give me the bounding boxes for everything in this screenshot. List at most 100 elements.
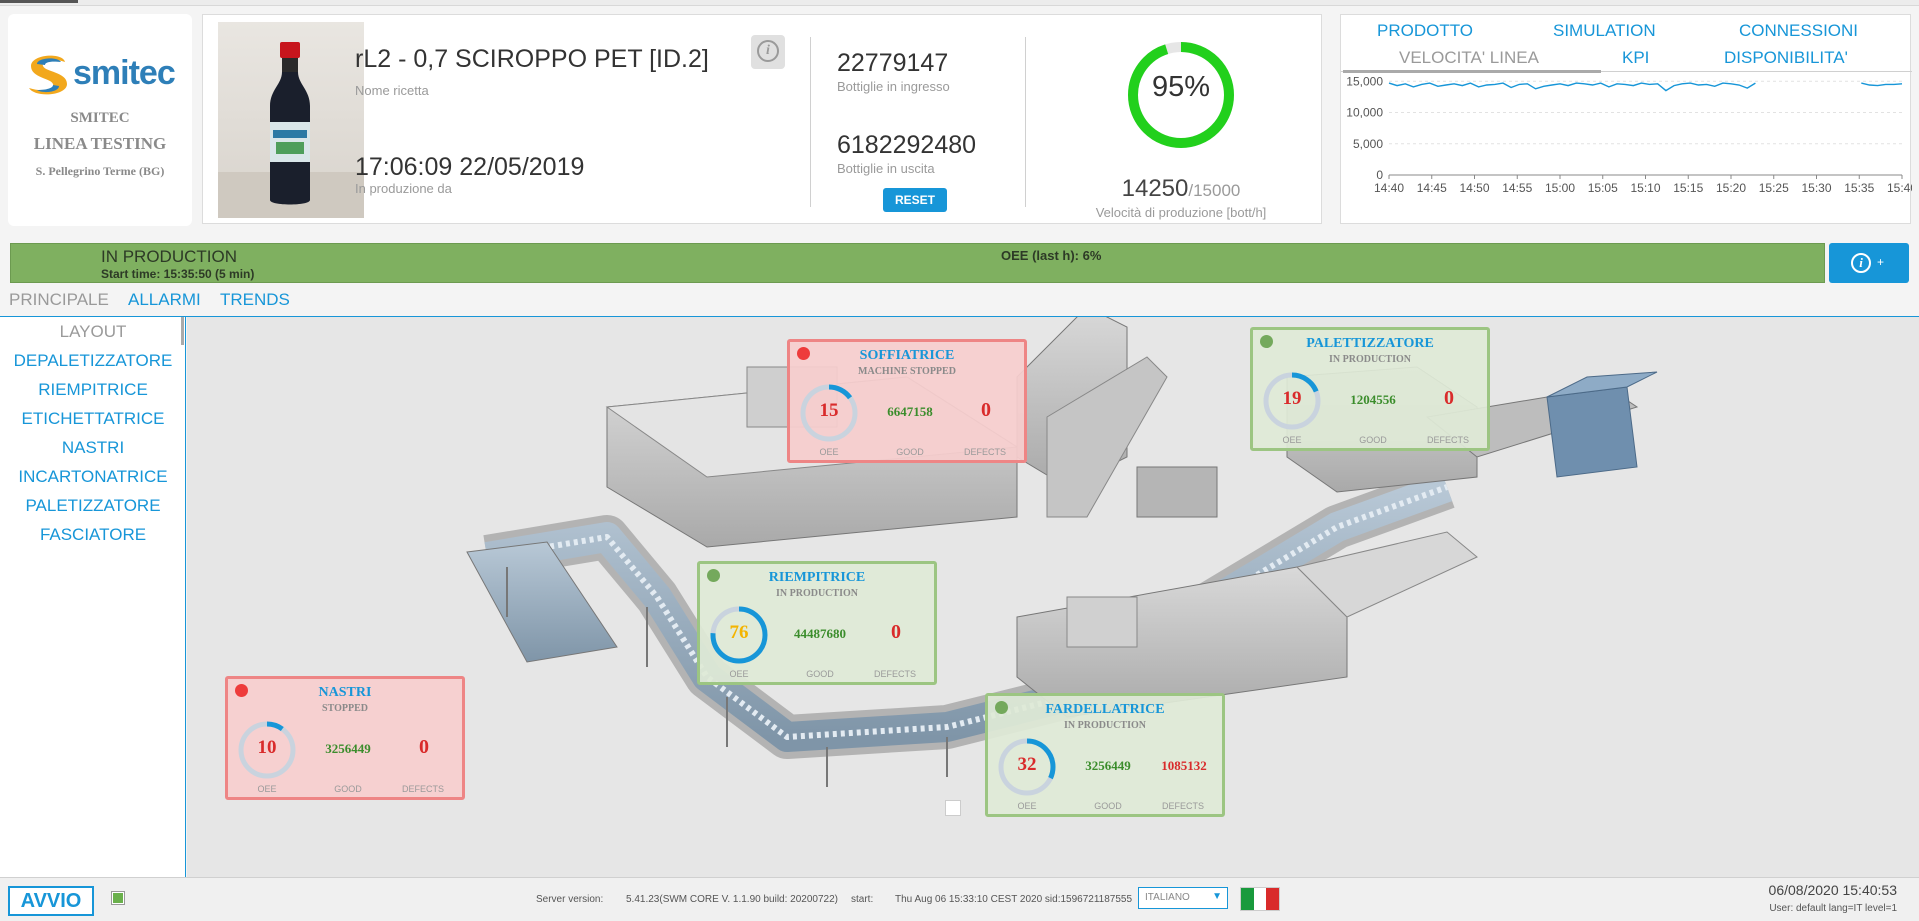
start-label: start: bbox=[851, 894, 874, 905]
machine-state: MACHINE STOPPED bbox=[858, 366, 956, 377]
defects-label: DEFECTS bbox=[1161, 801, 1204, 811]
server-version: 5.41.23(SWM CORE V. 1.1.90 build: 202007… bbox=[626, 894, 838, 905]
oee-value: 19 bbox=[1282, 388, 1302, 409]
good-count: 3256449 bbox=[1085, 758, 1131, 773]
status-info-button[interactable]: i + bbox=[1829, 243, 1909, 283]
bottles-in-label: Bottiglie in ingresso bbox=[837, 79, 950, 94]
avvio-button[interactable]: AVVIO bbox=[8, 886, 94, 916]
good-label: GOOD bbox=[896, 447, 924, 457]
machine-card-soffiatrice[interactable]: SOFFIATRICE MACHINE STOPPED 15 6647158 0… bbox=[787, 339, 1027, 463]
oee-label: OEE bbox=[257, 784, 277, 794]
connection-status-indicator bbox=[111, 891, 125, 905]
speed-target: /15000 bbox=[1188, 181, 1241, 200]
oee-label: OEE bbox=[1017, 801, 1037, 811]
line-name: LINEA TESTING bbox=[33, 134, 167, 153]
defects-label: DEFECTS bbox=[873, 669, 916, 679]
reset-button[interactable]: RESET bbox=[883, 188, 947, 212]
recipe-name: rL2 - 0,7 SCIROPPO PET [ID.2] bbox=[355, 45, 709, 73]
chevron-down-icon: ▼ bbox=[1212, 891, 1222, 902]
plus-icon: + bbox=[1877, 255, 1885, 269]
nav-item-layout[interactable]: LAYOUT bbox=[0, 322, 186, 342]
nav-item-incartonatrice[interactable]: INCARTONATRICE bbox=[0, 467, 186, 487]
nav-item-nastri[interactable]: NASTRI bbox=[0, 438, 186, 458]
x-tick-label: 14:50 bbox=[1459, 181, 1489, 195]
good-label: GOOD bbox=[1094, 801, 1122, 811]
current-datetime: 06/08/2020 15:40:53 bbox=[1768, 882, 1897, 898]
brand-name: smitec bbox=[73, 54, 176, 92]
x-tick-label: 15:30 bbox=[1801, 181, 1831, 195]
tab-connessioni[interactable]: CONNESSIONI bbox=[1739, 21, 1858, 41]
line-efficiency-value: 95% bbox=[1151, 71, 1211, 103]
tab-trends[interactable]: TRENDS bbox=[220, 290, 290, 310]
nav-item-depaletizzatore[interactable]: DEPALETIZZATORE bbox=[0, 351, 186, 371]
info-icon: i bbox=[757, 40, 779, 62]
y-tick-label: 10,000 bbox=[1346, 106, 1383, 120]
y-tick-label: 5,000 bbox=[1353, 137, 1383, 151]
defects-count: 1085132 bbox=[1161, 758, 1207, 773]
smitec-swirl-icon bbox=[29, 55, 67, 95]
production-speed: 14250/15000 bbox=[1073, 175, 1289, 203]
oee-value: 32 bbox=[1017, 754, 1037, 775]
x-tick-label: 15:40 bbox=[1887, 181, 1912, 195]
tab-simulation[interactable]: SIMULATION bbox=[1553, 21, 1656, 41]
speed-label: Velocità di produzione [bott/h] bbox=[1095, 205, 1267, 220]
defects-label: DEFECTS bbox=[963, 447, 1006, 457]
machine-name: FARDELLATRICE bbox=[1045, 702, 1165, 717]
recipe-name-label: Nome ricetta bbox=[355, 83, 429, 98]
machine-card-fardellatrice[interactable]: FARDELLATRICE IN PRODUCTION 32 3256449 1… bbox=[985, 693, 1225, 817]
x-tick-label: 15:05 bbox=[1588, 181, 1618, 195]
good-count: 44487680 bbox=[794, 626, 846, 641]
machine-state: IN PRODUCTION bbox=[776, 588, 858, 599]
plant-layout-view: SOFFIATRICE MACHINE STOPPED 15 6647158 0… bbox=[187, 317, 1919, 877]
nav-item-riempitrice[interactable]: RIEMPITRICE bbox=[0, 380, 186, 400]
product-image bbox=[218, 22, 364, 218]
nav-item-paletizzatore[interactable]: PALETIZZATORE bbox=[0, 496, 186, 516]
server-start-info: Thu Aug 06 15:33:10 CEST 2020 sid:159672… bbox=[895, 894, 1133, 905]
recipe-panel: rL2 - 0,7 SCIROPPO PET [ID.2] Nome ricet… bbox=[202, 14, 1322, 224]
machine-state: IN PRODUCTION bbox=[1064, 720, 1146, 731]
oee-value: 10 bbox=[257, 737, 277, 758]
oee-label: OEE bbox=[729, 669, 749, 679]
defects-label: DEFECTS bbox=[401, 784, 444, 794]
good-label: GOOD bbox=[1359, 435, 1387, 445]
tab-kpi[interactable]: KPI bbox=[1622, 48, 1649, 68]
y-tick-label: 15,000 bbox=[1346, 74, 1383, 88]
tab-principale[interactable]: PRINCIPALE bbox=[9, 290, 109, 310]
recipe-info-button[interactable]: i bbox=[751, 35, 785, 69]
x-tick-label: 14:40 bbox=[1374, 181, 1404, 195]
good-label: GOOD bbox=[334, 784, 362, 794]
x-tick-label: 14:45 bbox=[1417, 181, 1447, 195]
line-state: IN PRODUCTION bbox=[101, 247, 237, 266]
view-toggle-checkbox[interactable] bbox=[945, 800, 961, 816]
line-speed-chart: 15,000 10,000 5,000 014:40 14:45 14:50 14:55 15… bbox=[1346, 74, 1912, 195]
defects-count: 0 bbox=[981, 399, 991, 421]
separator bbox=[1025, 37, 1026, 207]
machine-card-nastri[interactable]: NASTRI STOPPED 10 3256449 0 OEE GOOD DEF… bbox=[225, 676, 465, 800]
separator bbox=[810, 37, 811, 207]
x-tick-label: 15:20 bbox=[1716, 181, 1746, 195]
oee-value: 76 bbox=[729, 622, 749, 643]
italian-flag-icon[interactable] bbox=[1240, 887, 1280, 911]
x-tick-label: 15:10 bbox=[1630, 181, 1660, 195]
defects-count: 0 bbox=[1444, 387, 1454, 409]
machine-card-riempitrice[interactable]: RIEMPITRICE IN PRODUCTION 76 44487680 0 … bbox=[697, 561, 937, 685]
window-top-strip bbox=[0, 0, 1919, 6]
x-tick-label: 15:15 bbox=[1673, 181, 1703, 195]
x-tick-label: 15:00 bbox=[1545, 181, 1575, 195]
tab-allarmi[interactable]: ALLARMI bbox=[128, 290, 201, 310]
good-count: 1204556 bbox=[1350, 392, 1396, 407]
nav-item-etichettatrice[interactable]: ETICHETTATRICE bbox=[0, 409, 186, 429]
oee-value: 15 bbox=[819, 400, 839, 421]
language-select[interactable]: ITALIANO ▼ bbox=[1138, 887, 1228, 909]
tab-disponibilita[interactable]: DISPONIBILITA' bbox=[1724, 48, 1848, 68]
tab-velocita-linea[interactable]: VELOCITA' LINEA bbox=[1399, 48, 1539, 68]
defects-count: 0 bbox=[419, 736, 429, 758]
footer-bar: AVVIO Server version: 5.41.23(SWM CORE V… bbox=[0, 877, 1919, 921]
tab-prodotto[interactable]: PRODOTTO bbox=[1377, 21, 1473, 41]
machine-state: IN PRODUCTION bbox=[1329, 354, 1411, 365]
oee-label: OEE bbox=[1282, 435, 1302, 445]
machine-name: SOFFIATRICE bbox=[859, 348, 955, 363]
nav-item-fasciatore[interactable]: FASCIATORE bbox=[0, 525, 186, 545]
machine-name: NASTRI bbox=[318, 685, 372, 700]
machine-card-palettizzatore[interactable]: PALETTIZZATORE IN PRODUCTION 19 1204556 … bbox=[1250, 327, 1490, 451]
